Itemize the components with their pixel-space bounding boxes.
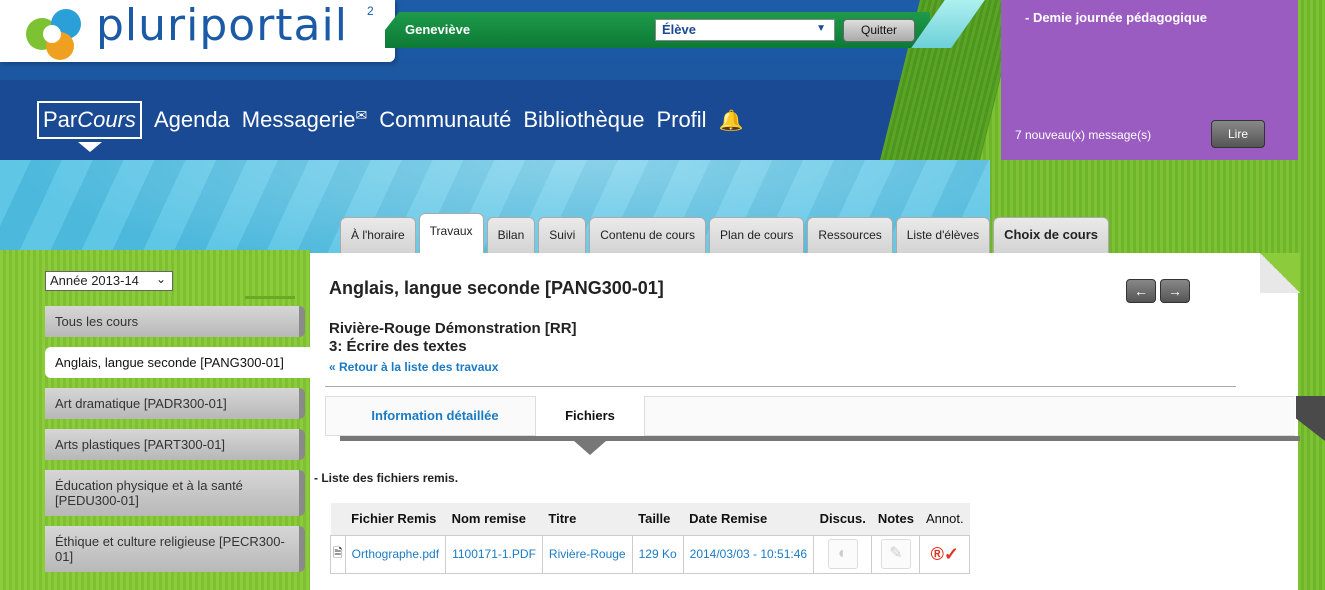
sidebar-divider bbox=[245, 296, 295, 299]
annotation-check-icon: ®✓ bbox=[930, 543, 959, 564]
bell-icon[interactable]: 🔔 bbox=[719, 108, 744, 133]
course-title: Anglais, langue seconde [PANG300-01] bbox=[329, 278, 664, 298]
col-header-size: Taille bbox=[632, 503, 684, 535]
files-list-caption: - Liste des fichiers remis. bbox=[314, 471, 459, 485]
col-header-notes: Notes bbox=[871, 503, 920, 535]
back-to-list-link[interactable]: « Retour à la liste des travaux bbox=[329, 360, 498, 374]
nav-profil[interactable]: Profil bbox=[656, 107, 706, 133]
title-link[interactable]: Rivière-Rouge bbox=[541, 534, 633, 574]
tab-bilan[interactable]: Bilan bbox=[486, 217, 536, 255]
course-item-ethique[interactable]: Éthique et culture religieuse [PECR300-0… bbox=[45, 526, 305, 572]
col-header-date: Date Remise bbox=[683, 503, 814, 535]
annotation-cell[interactable]: ®✓ bbox=[919, 534, 971, 574]
size-link[interactable]: 129 Ko bbox=[631, 534, 684, 574]
nav-agenda[interactable]: Agenda bbox=[154, 107, 230, 133]
news-box: - Demie journée pédagogique 7 nouveau(x)… bbox=[1001, 0, 1298, 160]
arrow-left-icon: ← bbox=[1134, 283, 1148, 299]
news-title[interactable]: - Demie journée pédagogique bbox=[1025, 10, 1207, 25]
quit-button[interactable]: Quitter bbox=[843, 19, 915, 42]
school-name: Rivière-Rouge Démonstration [RR] bbox=[329, 320, 577, 337]
role-select-value: Élève bbox=[662, 22, 696, 37]
course-list: Tous les cours Anglais, langue seconde [… bbox=[45, 306, 315, 582]
envelope-icon: ✉ bbox=[355, 107, 368, 123]
submission-name-link[interactable]: 1100171-1.PDF bbox=[445, 534, 543, 574]
role-select[interactable]: Élève ▼ bbox=[655, 19, 835, 41]
divider bbox=[325, 386, 1236, 387]
pluriportail-logo-icon bbox=[26, 9, 81, 60]
previous-button[interactable]: ← bbox=[1126, 279, 1156, 303]
new-messages-count: 7 nouveau(x) message(s) bbox=[1015, 128, 1152, 142]
notes-cell[interactable]: ✎ bbox=[871, 534, 921, 574]
logo-text: pluriportail bbox=[96, 0, 348, 51]
tab-liste-eleves[interactable]: Liste d'élèves bbox=[895, 217, 991, 255]
col-header-icon bbox=[330, 503, 346, 535]
discussion-cell[interactable]: ◐ bbox=[813, 534, 873, 574]
document-icon: 🗎 bbox=[330, 534, 346, 574]
nav-messagerie[interactable]: Messagerie✉ bbox=[242, 107, 367, 133]
year-select[interactable]: Année 2013-14 ⌄ bbox=[45, 271, 173, 291]
read-button[interactable]: Lire bbox=[1211, 120, 1265, 148]
nav-active-pointer bbox=[78, 142, 102, 152]
nav-messagerie-label: Messagerie bbox=[241, 107, 356, 132]
nav-parcours-prefix: Par bbox=[43, 107, 78, 132]
course-item-education-physique[interactable]: Éducation physique et à la santé [PEDU30… bbox=[45, 470, 305, 516]
table-row: 🗎 Orthographe.pdf 1100171-1.PDF Rivière-… bbox=[330, 534, 971, 574]
nav-parcours-suffix: Cours bbox=[77, 107, 136, 132]
course-item-arts-plastiques[interactable]: Arts plastiques [PART300-01] bbox=[45, 429, 305, 460]
tab-ressources[interactable]: Ressources bbox=[807, 217, 893, 255]
subtab-detailed-info[interactable]: Information détaillée bbox=[340, 396, 530, 436]
col-header-name: Nom remise bbox=[445, 503, 543, 535]
table-header-row: Fichier Remis Nom remise Titre Taille Da… bbox=[330, 503, 970, 535]
course-item-anglais[interactable]: Anglais, langue seconde [PANG300-01] bbox=[45, 347, 315, 378]
date-link[interactable]: 2014/03/03 - 10:51:46 bbox=[682, 534, 815, 574]
page-fold-corner bbox=[1260, 253, 1300, 293]
assignment-title: 3: Écrire des textes bbox=[329, 338, 467, 355]
next-button[interactable]: → bbox=[1160, 279, 1190, 303]
arrow-right-icon: → bbox=[1168, 283, 1182, 299]
col-header-file: Fichier Remis bbox=[345, 503, 446, 535]
year-select-value: Année 2013-14 bbox=[50, 273, 139, 288]
tab-choix-cours[interactable]: Choix de cours bbox=[993, 217, 1110, 255]
user-name: Geneviève bbox=[405, 22, 471, 37]
col-header-annotation: Annot. bbox=[919, 503, 970, 535]
tab-plan[interactable]: Plan de cours bbox=[709, 217, 805, 255]
nav-communaute[interactable]: Communauté bbox=[379, 107, 511, 133]
dropdown-arrow-icon: ▼ bbox=[816, 23, 826, 34]
subtab-active-pointer bbox=[574, 441, 606, 455]
submitted-files-table: Fichier Remis Nom remise Titre Taille Da… bbox=[330, 503, 971, 574]
course-item-art-dramatique[interactable]: Art dramatique [PADR300-01] bbox=[45, 388, 305, 419]
subtab-files[interactable]: Fichiers bbox=[535, 396, 645, 436]
chevron-down-icon: ⌄ bbox=[155, 272, 166, 286]
speech-bubble-icon: ◐ bbox=[827, 539, 858, 569]
main-nav: ParCours Agenda Messagerie✉ Communauté B… bbox=[37, 98, 743, 142]
tab-travaux[interactable]: Travaux bbox=[418, 213, 484, 255]
subtab-underline bbox=[340, 436, 1300, 441]
nav-parcours[interactable]: ParCours bbox=[37, 101, 142, 139]
logo[interactable]: pluriportail 2 bbox=[0, 0, 395, 62]
course-item-all[interactable]: Tous les cours bbox=[45, 306, 305, 337]
nav-bibliotheque[interactable]: Bibliothèque bbox=[523, 107, 644, 133]
col-header-discussion: Discus. bbox=[813, 503, 872, 535]
tab-contenu[interactable]: Contenu de cours bbox=[589, 217, 706, 255]
col-header-title: Titre bbox=[542, 503, 633, 535]
pencil-icon: ✎ bbox=[880, 539, 911, 569]
logo-superscript: 2 bbox=[367, 4, 374, 18]
file-link[interactable]: Orthographe.pdf bbox=[344, 534, 447, 574]
tab-horaire[interactable]: À l'horaire bbox=[340, 217, 416, 255]
course-tabs: À l'horaire Travaux Bilan Suivi Contenu … bbox=[340, 213, 1110, 255]
tab-suivi[interactable]: Suivi bbox=[538, 217, 587, 255]
